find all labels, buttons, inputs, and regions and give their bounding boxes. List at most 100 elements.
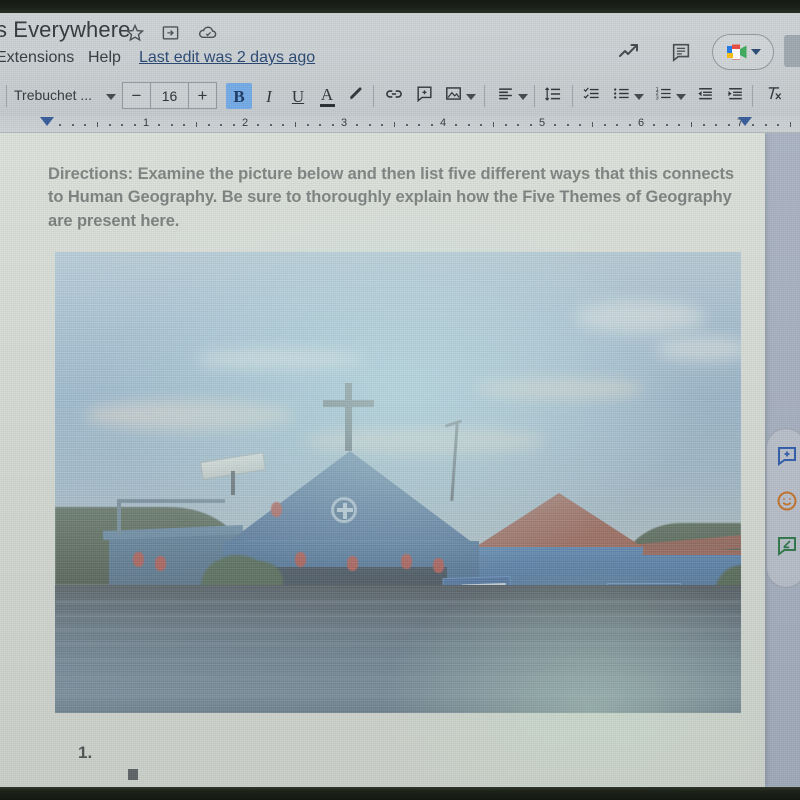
trending-up-icon[interactable] xyxy=(616,39,642,65)
toolbar-divider xyxy=(534,85,535,107)
underline-label: U xyxy=(291,86,305,106)
clear-formatting-button[interactable] xyxy=(760,83,786,109)
italic-label: I xyxy=(266,86,272,106)
lantern xyxy=(271,502,282,517)
account-avatar-placeholder[interactable] xyxy=(784,35,800,67)
ruler-dot xyxy=(467,124,470,126)
font-size-decrease-button[interactable]: − xyxy=(123,83,150,108)
document-ruler[interactable]: 1234567 xyxy=(0,116,800,133)
insert-image-icon xyxy=(444,84,463,108)
ruler-tick xyxy=(96,122,98,127)
insert-image-button[interactable] xyxy=(440,83,466,109)
insert-link-icon xyxy=(384,84,404,109)
cloud-saved-icon[interactable] xyxy=(197,22,218,43)
ruler-dot xyxy=(517,124,520,126)
list-item-number[interactable]: 1. xyxy=(78,743,92,763)
emoji-reaction-icon[interactable] xyxy=(774,488,800,514)
ruler-dot xyxy=(418,124,421,126)
document-page[interactable]: Directions: Examine the picture below an… xyxy=(0,133,765,787)
toolbar-divider xyxy=(373,85,374,107)
text-color-label: A xyxy=(320,84,334,104)
bold-label: B xyxy=(233,86,245,106)
suggest-edit-icon[interactable] xyxy=(774,533,800,559)
left-indent-marker[interactable] xyxy=(40,117,54,126)
highlight-button[interactable] xyxy=(344,83,370,109)
cloud xyxy=(85,400,295,430)
left-annex-frame xyxy=(117,499,225,535)
ruler-dot xyxy=(504,124,507,126)
directions-paragraph[interactable]: Directions: Examine the picture below an… xyxy=(48,163,748,233)
lantern xyxy=(401,554,412,569)
screen-bezel-top xyxy=(0,0,800,13)
numbered-list-button[interactable]: 1 2 3 xyxy=(650,83,676,109)
italic-button[interactable]: I xyxy=(256,83,282,109)
ruler-dot xyxy=(727,124,730,126)
photographed-screen: s Everywhere Extensions Help Last edit w… xyxy=(0,0,800,800)
text-color-button[interactable]: A xyxy=(314,83,340,109)
toolbar-divider xyxy=(484,85,485,107)
ruler-dot xyxy=(752,124,755,126)
embedded-photo[interactable] xyxy=(55,252,741,713)
last-edit-link[interactable]: Last edit was 2 days ago xyxy=(139,49,315,67)
ruler-dot xyxy=(269,124,272,126)
bulleted-list-button[interactable] xyxy=(608,83,634,109)
google-meet-button[interactable] xyxy=(712,34,774,70)
increase-indent-button[interactable] xyxy=(722,83,748,109)
ruler-dot xyxy=(628,124,631,126)
ruler-dot xyxy=(480,124,483,126)
increase-indent-icon xyxy=(726,84,745,108)
right-indent-marker[interactable] xyxy=(738,117,752,126)
ruler-dot xyxy=(282,124,285,126)
comment-history-icon[interactable] xyxy=(668,39,694,65)
ruler-dot xyxy=(59,124,62,126)
add-comment-button[interactable] xyxy=(411,83,437,109)
numbered-list-icon: 1 2 3 xyxy=(654,84,673,108)
ruler-tick xyxy=(591,122,593,127)
add-comment-icon[interactable] xyxy=(774,443,800,469)
text-color-swatch xyxy=(319,103,335,107)
document-title[interactable]: s Everywhere xyxy=(0,17,130,43)
comment-action-rail xyxy=(766,428,800,588)
ruler-number: 5 xyxy=(538,117,546,129)
decrease-indent-button[interactable] xyxy=(692,83,718,109)
line-spacing-button[interactable] xyxy=(540,83,566,109)
red-roof-gable xyxy=(463,493,655,555)
underline-button[interactable]: U xyxy=(285,83,311,109)
chevron-down-icon[interactable] xyxy=(751,49,761,55)
chevron-down-icon[interactable] xyxy=(634,94,644,100)
bold-button[interactable]: B xyxy=(226,83,252,109)
lantern xyxy=(347,556,358,571)
chevron-down-icon[interactable] xyxy=(106,94,116,100)
ruler-track: 1234567 xyxy=(0,116,800,132)
svg-text:3: 3 xyxy=(655,96,658,102)
chevron-down-icon[interactable] xyxy=(518,94,528,100)
document-canvas[interactable]: Directions: Examine the picture below an… xyxy=(0,133,800,787)
lantern xyxy=(155,556,166,571)
menu-item-extensions[interactable]: Extensions xyxy=(0,49,74,67)
roof-cross-horizontal xyxy=(323,400,374,407)
cloud xyxy=(575,300,705,334)
chevron-down-icon[interactable] xyxy=(466,94,476,100)
cloud xyxy=(655,336,741,362)
move-to-folder-icon[interactable] xyxy=(160,22,181,43)
menu-item-help[interactable]: Help xyxy=(88,49,121,67)
font-size-increase-button[interactable]: + xyxy=(189,83,216,108)
screen-bezel-bottom xyxy=(0,787,800,800)
align-button[interactable] xyxy=(492,83,518,109)
checklist-button[interactable] xyxy=(578,83,604,109)
ruler-dot xyxy=(220,124,223,126)
font-size-stepper[interactable]: − 16 + xyxy=(122,82,217,109)
insert-link-button[interactable] xyxy=(381,83,407,109)
toolbar-divider xyxy=(572,85,573,107)
chevron-down-icon[interactable] xyxy=(676,94,686,100)
ruler-dot xyxy=(121,124,124,126)
font-size-input[interactable]: 16 xyxy=(150,83,189,108)
star-icon[interactable] xyxy=(124,22,145,43)
cloud xyxy=(195,348,365,370)
ruler-number: 2 xyxy=(241,117,249,129)
font-family-selector[interactable]: Trebuchet ... xyxy=(14,87,92,103)
ruler-dot xyxy=(702,124,705,126)
ruler-dot xyxy=(653,124,656,126)
ruler-dot xyxy=(183,124,186,126)
lantern xyxy=(133,552,144,567)
